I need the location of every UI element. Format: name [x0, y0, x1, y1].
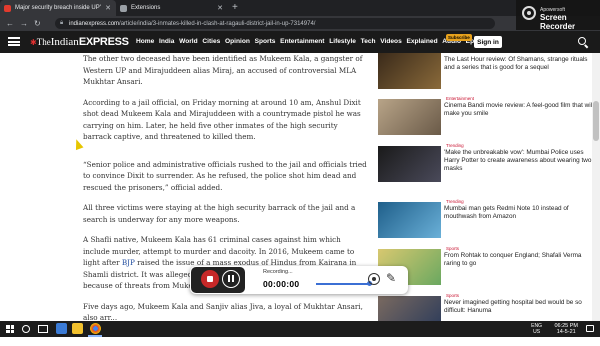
system-clock[interactable]: 06:25 PM 14-5-21 — [554, 323, 578, 335]
search-icon[interactable] — [578, 37, 586, 45]
nav-videos[interactable]: Videos — [380, 38, 402, 45]
story-card[interactable]: The Last Hour review: Of Shamans, strang… — [378, 53, 593, 103]
page-scrollbar[interactable] — [592, 53, 600, 321]
reload-icon[interactable]: ↻ — [34, 19, 41, 28]
story-thumbnail[interactable] — [378, 99, 441, 135]
task-view-icon[interactable] — [38, 325, 48, 333]
new-tab-icon[interactable]: + — [232, 2, 238, 13]
subscribe-badge[interactable]: Subscribe — [446, 34, 472, 41]
edge-app-icon[interactable] — [56, 323, 67, 334]
sign-in-button[interactable]: Sign in — [474, 36, 502, 48]
nav-india[interactable]: India — [159, 38, 174, 45]
notification-center-icon[interactable] — [586, 325, 594, 332]
file-explorer-icon[interactable] — [72, 323, 83, 334]
mouse-cursor-icon — [72, 137, 84, 151]
story-headline[interactable]: From Rohtak to conquer England; Shafali … — [444, 252, 594, 268]
scrollbar-thumb[interactable] — [593, 101, 599, 141]
windows-taskbar: ENG US 06:25 PM 14-5-21 — [0, 321, 600, 337]
nav-home[interactable]: Home — [136, 38, 154, 45]
story-headline[interactable]: Cinema Bandi movie review: A feel-good f… — [444, 102, 594, 118]
article-paragraph: All three victims were staying at the hi… — [83, 203, 356, 224]
browser-tab-extensions[interactable]: Extensions ✕ — [116, 0, 228, 16]
lock-icon: 🔒︎ — [60, 20, 64, 26]
story-category[interactable]: Sports — [446, 293, 459, 298]
tab-title: Major security breach inside UP' — [15, 5, 101, 11]
bjp-link[interactable]: BJP — [122, 258, 135, 267]
close-tab-icon[interactable]: ✕ — [217, 4, 223, 12]
story-headline[interactable]: 'Make the unbreakable vow': Mumbai Polic… — [444, 149, 594, 174]
story-thumbnail[interactable] — [378, 202, 441, 238]
story-headline[interactable]: Never imagined getting hospital bed woul… — [444, 299, 594, 315]
story-category[interactable]: Entertainment — [446, 96, 474, 101]
nav-sports[interactable]: Sports — [255, 38, 276, 45]
article-paragraph: “Senior police and administrative offici… — [83, 159, 367, 192]
site-header: ✱TheIndianEXPRESS Home India World Citie… — [0, 31, 600, 53]
webcam-icon[interactable] — [368, 273, 380, 285]
browser-toolbar: ← → ↻ 🔒︎ indianexpress.com/article/india… — [0, 16, 600, 31]
logo-star-icon: ✱ — [30, 38, 37, 47]
story-category[interactable]: Trending — [446, 143, 464, 148]
nav-tech[interactable]: Tech — [361, 38, 376, 45]
back-arrow-icon[interactable]: ← — [6, 19, 14, 28]
site-logo[interactable]: ✱TheIndianEXPRESS — [30, 36, 129, 48]
story-headline[interactable]: The Last Hour review: Of Shamans, strang… — [444, 56, 594, 72]
story-thumbnail[interactable] — [378, 53, 441, 89]
article-paragraph: The other two deceased have been identif… — [83, 54, 363, 86]
volume-slider[interactable] — [316, 281, 372, 286]
story-card[interactable]: Trending Mumbai man gets Redmi Note 10 i… — [378, 199, 594, 252]
chrome-app-icon[interactable] — [90, 323, 101, 334]
forward-arrow-icon[interactable]: → — [20, 19, 28, 28]
article-paragraph: According to a jail official, on Friday … — [83, 97, 361, 142]
url-path: /article/india/3-inmates-killed-in-clash… — [119, 20, 316, 27]
stop-recording-button[interactable] — [201, 270, 219, 288]
tab-title: Extensions — [131, 5, 161, 11]
recording-status: Recording... — [263, 269, 293, 275]
extensions-favicon-icon — [120, 4, 127, 12]
story-card[interactable]: Entertainment Cinema Bandi movie review:… — [378, 96, 594, 149]
close-tab-icon[interactable]: ✕ — [105, 4, 111, 12]
nav-cities[interactable]: Cities — [202, 38, 220, 45]
article-favicon-icon — [4, 4, 11, 12]
browser-tab-bar: Major security breach inside UP' ✕ Exten… — [0, 0, 600, 16]
input-language[interactable]: ENG US — [531, 323, 542, 335]
pause-recording-button[interactable] — [222, 270, 240, 288]
url-host: indianexpress.com — [69, 20, 120, 27]
story-thumbnail[interactable] — [378, 146, 441, 182]
nav-opinion[interactable]: Opinion — [225, 38, 250, 45]
story-card[interactable]: Trending 'Make the unbreakable vow': Mum… — [378, 143, 594, 196]
nav-lifestyle[interactable]: Lifestyle — [329, 38, 356, 45]
story-headline[interactable]: Mumbai man gets Redmi Note 10 instead of… — [444, 205, 594, 221]
recording-timer: 00:00:00 — [263, 279, 300, 289]
story-card[interactable]: Sports From Rohtak to conquer England; S… — [378, 246, 594, 299]
taskbar-search-icon[interactable] — [22, 325, 30, 333]
pen-annotate-icon[interactable]: ✎ — [386, 271, 400, 285]
address-bar[interactable]: 🔒︎ indianexpress.com/article/india/3-inm… — [55, 18, 495, 29]
story-category[interactable]: Sports — [446, 246, 459, 251]
main-nav: Home India World Cities Opinion Sports E… — [136, 38, 493, 45]
nav-entertainment[interactable]: Entertainment — [280, 38, 324, 45]
record-icon — [522, 6, 536, 20]
windows-start-icon[interactable] — [6, 325, 14, 333]
nav-world[interactable]: World — [179, 38, 198, 45]
story-category[interactable]: Trending — [446, 199, 464, 204]
recorder-title: Screen Recorder — [540, 13, 576, 31]
hamburger-menu-icon[interactable] — [8, 37, 20, 46]
nav-explained[interactable]: Explained — [406, 38, 437, 45]
screen-recorder-watermark: Apowersoft Screen Recorder — [516, 0, 600, 31]
browser-tab-article[interactable]: Major security breach inside UP' ✕ — [0, 0, 116, 16]
